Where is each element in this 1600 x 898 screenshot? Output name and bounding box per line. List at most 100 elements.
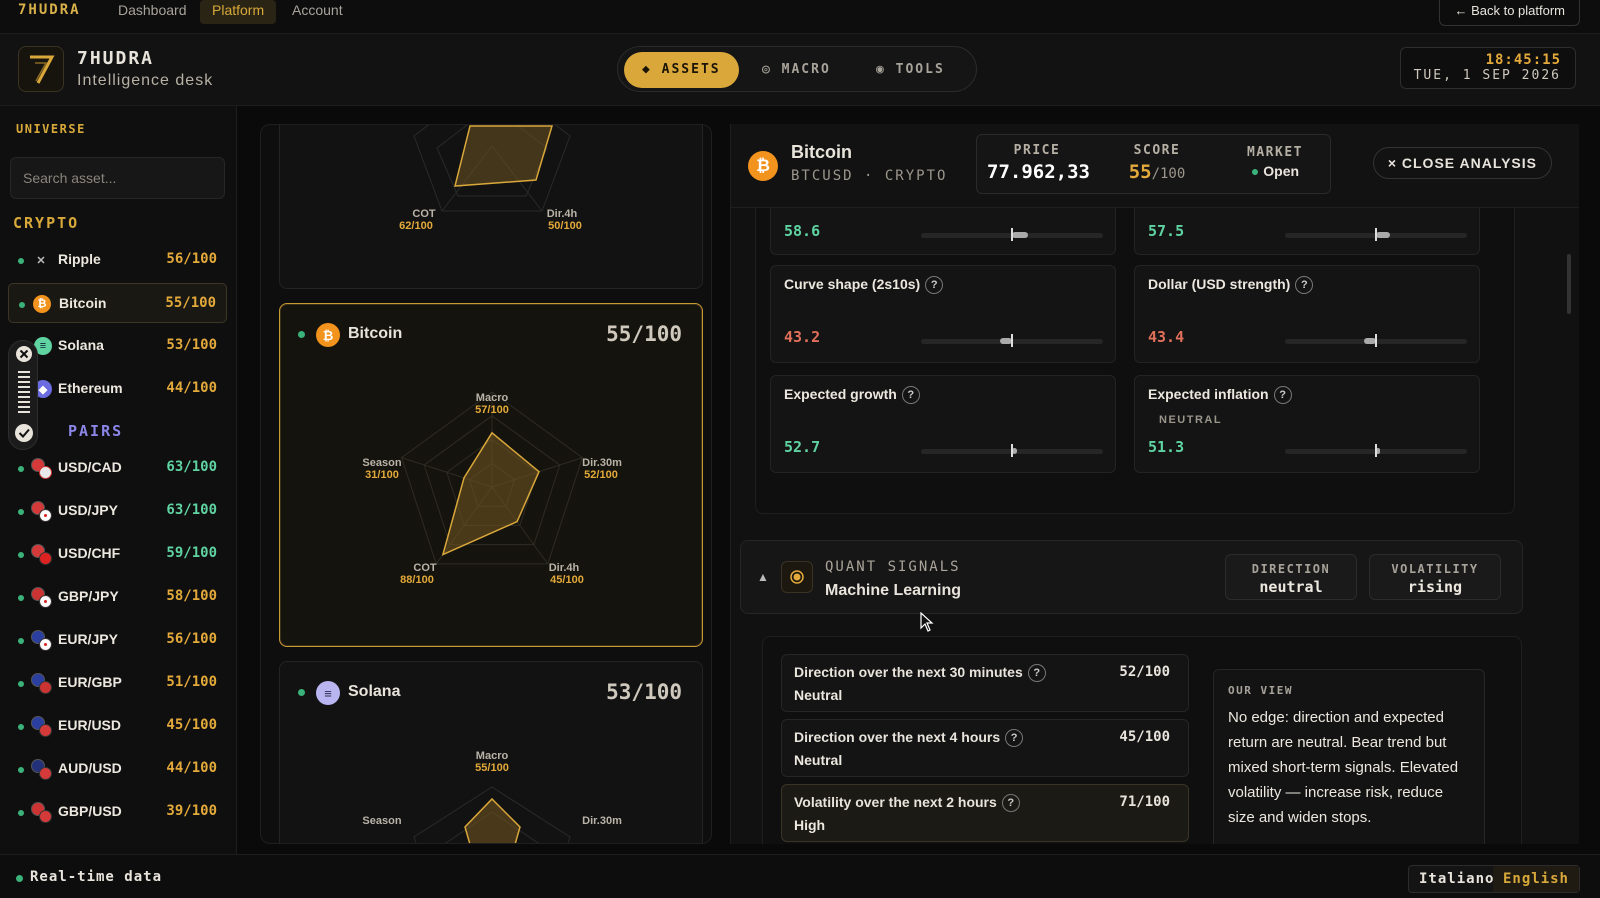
radar-label-cot: COT (412, 208, 436, 220)
help-icon[interactable]: ? (1295, 276, 1314, 295)
nav-platform[interactable]: Platform (200, 0, 277, 24)
signal-row-30m[interactable]: Direction over the next 30 minutes? Neut… (781, 654, 1189, 712)
flag-pair-icon (31, 501, 53, 523)
asset-row-ethereum[interactable]: ◆ Ethereum 44/100 (8, 369, 227, 409)
flag-pair-icon (31, 716, 53, 738)
collapse-arrow-icon[interactable]: ▲ (757, 570, 769, 584)
asset-name: EUR/GBP (58, 674, 122, 690)
quant-signals-header[interactable]: ▲ QUANT SIGNALS Machine Learning DIRECTI… (740, 540, 1523, 614)
brand-title: 7HUDRA (77, 48, 155, 69)
status-dot (18, 466, 24, 472)
logo (18, 46, 64, 92)
asset-row-solana[interactable]: ≡ Solana 53/100 (8, 326, 227, 366)
stat-market: MARKET ● Open (1247, 145, 1303, 179)
signal-row-4h[interactable]: Direction over the next 4 hours? Neutral… (781, 719, 1189, 777)
radar-label-dir30m: Dir.30m (582, 457, 622, 469)
flag-pair-icon (31, 759, 53, 781)
asset-name: Bitcoin (59, 295, 107, 311)
tab-macro[interactable]: ◎ MACRO (744, 52, 849, 88)
tab-tools[interactable]: ◉ TOOLS (858, 52, 963, 88)
help-icon[interactable]: ? (1001, 794, 1020, 813)
help-icon[interactable]: ? (1027, 664, 1046, 683)
panel-scrollbar[interactable] (1567, 254, 1571, 314)
radar-value-dir30m: 52/100 (584, 469, 618, 481)
help-icon[interactable]: ? (925, 276, 944, 295)
asset-row-usdchf[interactable]: USD/CHF 59/100 (8, 534, 227, 574)
flag-pair-icon (31, 673, 53, 695)
asset-row-audusd[interactable]: AUD/USD 44/100 (8, 749, 227, 789)
status-dot (18, 552, 24, 558)
floating-control[interactable] (8, 340, 38, 450)
asset-name: EUR/JPY (58, 631, 118, 647)
asset-row-usdcad[interactable]: USD/CAD 63/100 (8, 448, 227, 488)
direction-tag: DIRECTION neutral (1225, 554, 1357, 600)
nav-brand[interactable]: 7HUDRA (18, 2, 81, 18)
radar-label-macro: Macro (476, 392, 509, 404)
app-root: 7HUDRA Dashboard Platform Account ← Back… (0, 0, 1600, 898)
signal-row-volatility-2h[interactable]: Volatility over the next 2 hours? High 7… (781, 784, 1189, 842)
asset-score: 39/100 (166, 803, 217, 819)
ml-target-icon (781, 561, 813, 593)
help-icon[interactable]: ? (1273, 386, 1292, 405)
asset-row-gbpusd[interactable]: GBP/USD 39/100 (8, 792, 227, 832)
macro-marker (1375, 334, 1377, 347)
nav-account[interactable]: Account (280, 0, 355, 24)
macro-value: 52.7 (784, 438, 821, 456)
analysis-header: ₿ Bitcoin BTCUSD · CRYPTO PRICE 77.962,3… (731, 124, 1579, 208)
nav-dashboard[interactable]: Dashboard (106, 0, 199, 24)
asset-row-ripple[interactable]: ✕ Ripple 56/100 (8, 240, 227, 280)
clock-time: 18:45:15 (1485, 52, 1561, 68)
status-dot (18, 810, 24, 816)
help-icon[interactable]: ? (901, 386, 920, 405)
asset-row-usdjpy[interactable]: USD/JPY 63/100 (8, 491, 227, 531)
radar-value-dir4h: 50/100 (548, 220, 582, 232)
search-asset-input[interactable] (10, 157, 225, 199)
asset-card-bitcoin[interactable]: ₿ Bitcoin 55/100 Macro 57/100 Dir.30m 52… (279, 303, 703, 647)
footer: Real-time data Italiano English (0, 854, 1600, 898)
signal-state: Neutral (794, 752, 843, 768)
macro-title: Expected inflation? (1148, 386, 1292, 405)
macro-marker (1375, 444, 1377, 457)
target-icon: ◉ (876, 62, 896, 77)
diamond-icon: ◆ (642, 62, 662, 77)
x-icon: ✕ (36, 254, 46, 267)
macro-factors: 58.6 57.5 Curve shape (2s10s)? 43.2 Doll… (755, 175, 1515, 514)
our-view-box: OUR VIEW No edge: direction and expected… (1213, 669, 1485, 844)
asset-score: 58/100 (166, 588, 217, 604)
asset-row-eurjpy[interactable]: EUR/JPY 56/100 (8, 620, 227, 660)
status-dot (18, 595, 24, 601)
quant-title: Machine Learning (825, 582, 962, 599)
lang-italiano[interactable]: Italiano (1409, 866, 1504, 892)
asset-row-gbpjpy[interactable]: GBP/JPY 58/100 (8, 577, 227, 617)
back-to-platform-button[interactable]: ← Back to platform (1439, 0, 1580, 26)
clock: 18:45:15 TUE, 1 SEP 2026 (1400, 47, 1576, 89)
radar-value-season: 31/100 (365, 469, 399, 481)
universe-label: UNIVERSE (16, 122, 86, 136)
status-dot (18, 258, 24, 264)
status-dot (19, 302, 25, 308)
asset-card-partial[interactable]: COT 62/100 Dir.4h 50/100 (279, 125, 703, 289)
asset-name: Solana (58, 337, 104, 353)
realtime-status: Real-time data (30, 869, 163, 885)
analysis-ticker: BTCUSD · CRYPTO (791, 168, 948, 184)
status-dot (18, 638, 24, 644)
macro-fill (1012, 232, 1028, 238)
asset-name: USD/JPY (58, 502, 118, 518)
help-icon[interactable]: ? (1005, 729, 1024, 748)
asset-row-eurgbp[interactable]: EUR/GBP 51/100 (8, 663, 227, 703)
tab-assets[interactable]: ◆ ASSETS (624, 52, 739, 88)
asset-row-bitcoin[interactable]: ₿ Bitcoin 55/100 (8, 283, 227, 323)
radar-shape (454, 125, 554, 187)
logo-mark-icon (30, 55, 55, 84)
radar-label-season: Season (362, 815, 401, 827)
macro-marker (1375, 228, 1377, 241)
radar-label-season: Season (362, 457, 401, 469)
status-dot (18, 767, 24, 773)
radar-shape (464, 797, 521, 843)
lang-english[interactable]: English (1492, 866, 1579, 892)
flag-pair-icon (31, 587, 53, 609)
close-analysis-button[interactable]: × CLOSE ANALYSIS (1372, 147, 1552, 179)
asset-card-solana[interactable]: ≡ Solana 53/100 Macro 55/100 Season Dir.… (279, 661, 703, 843)
asset-score: 55/100 (165, 295, 216, 311)
asset-row-eurusd[interactable]: EUR/USD 45/100 (8, 706, 227, 746)
